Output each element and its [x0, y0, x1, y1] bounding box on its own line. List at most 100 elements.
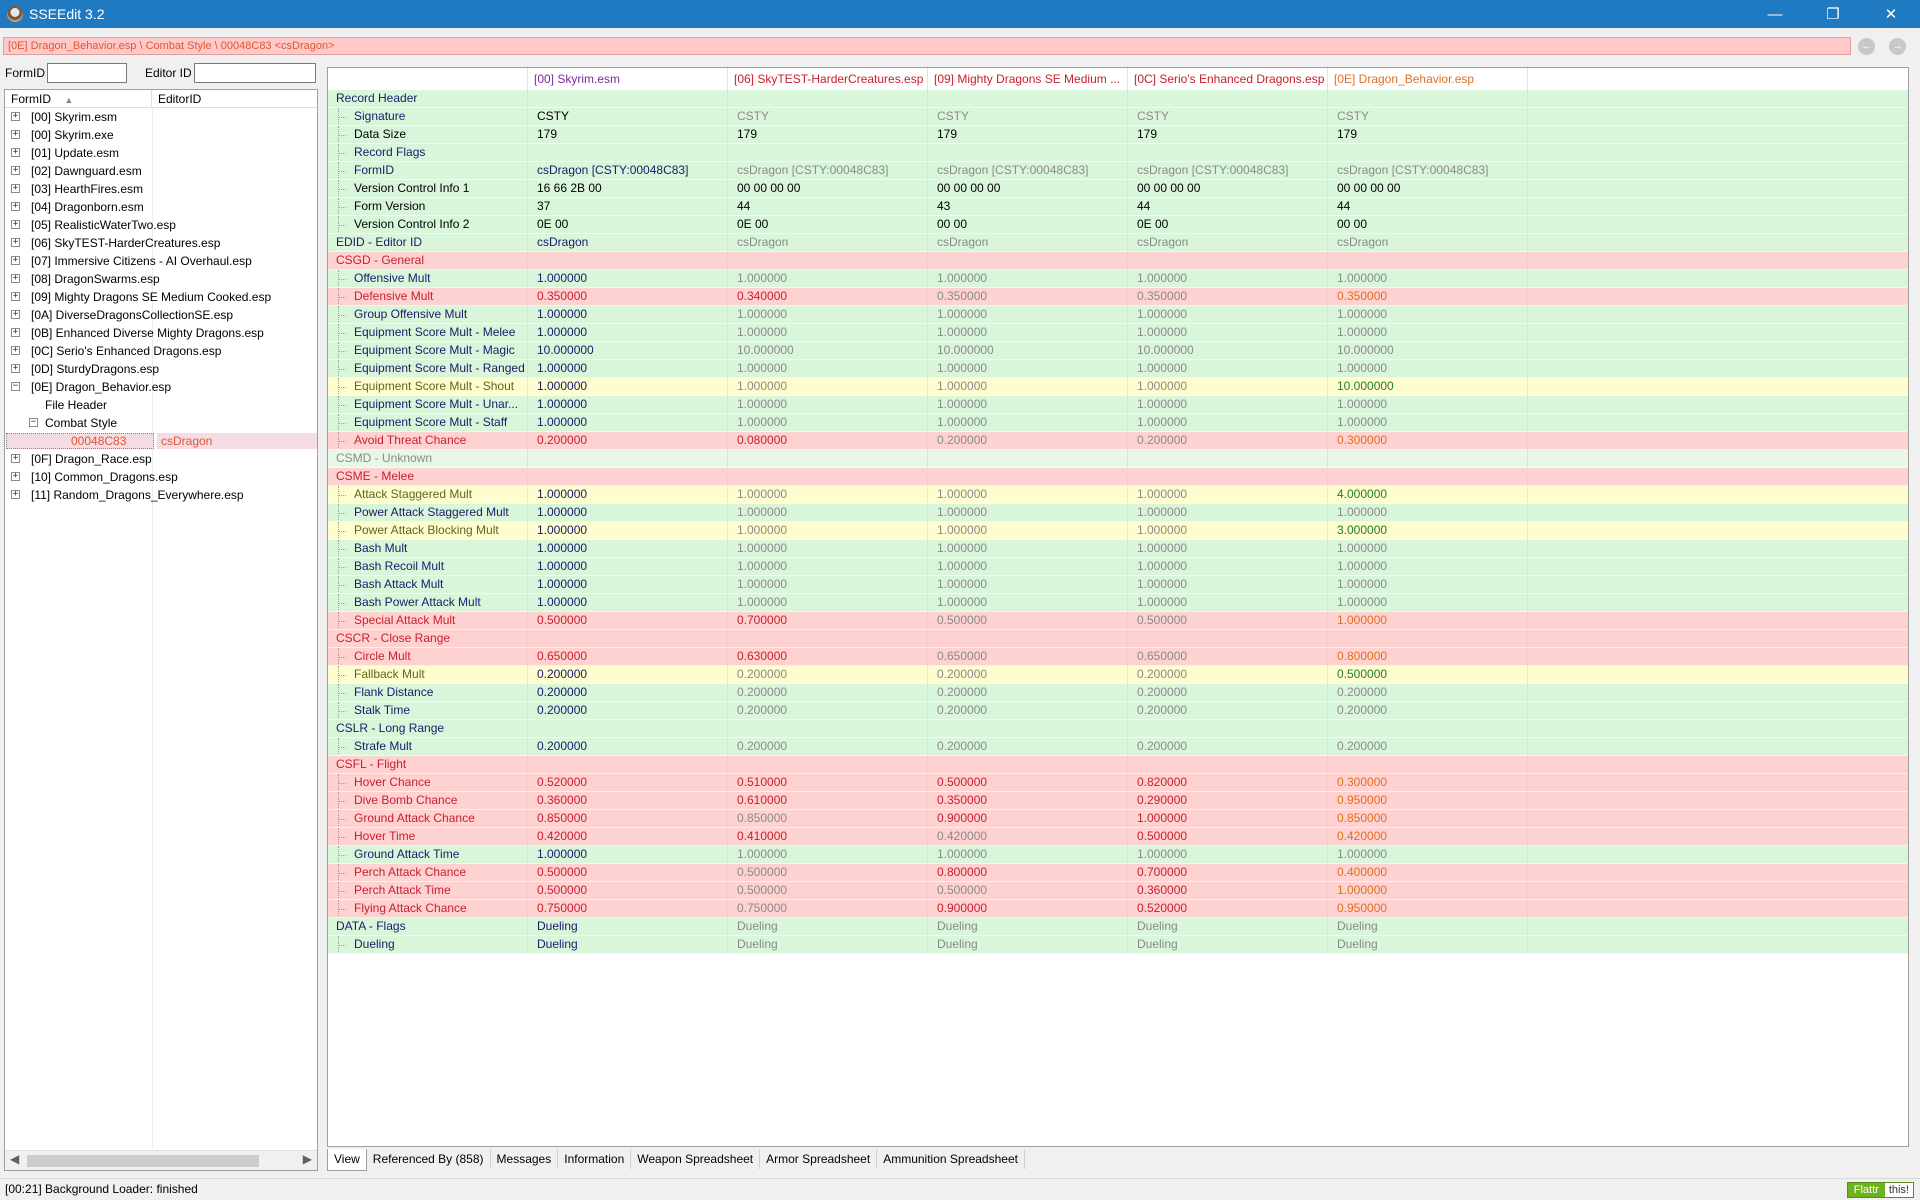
- field-value-cell[interactable]: 37: [528, 198, 728, 215]
- field-value-cell[interactable]: 1.000000: [1128, 396, 1328, 413]
- record-field-row[interactable]: Version Control Info 1 16 66 2B 00 00 00 0…: [328, 180, 1908, 198]
- field-value-cell[interactable]: 0.200000: [528, 666, 728, 683]
- field-value-cell[interactable]: 1.000000: [1328, 558, 1528, 575]
- field-value-cell[interactable]: 16 66 2B 00: [528, 180, 728, 197]
- record-field-row[interactable]: Defensive Mult 0.350000 0.340000 0.350000 0.…: [328, 288, 1908, 306]
- field-value-cell[interactable]: 0.200000: [528, 432, 728, 449]
- tree-item[interactable]: + [05] RealisticWaterTwo.esp: [5, 216, 317, 234]
- restore-button[interactable]: ❐: [1804, 0, 1862, 28]
- expand-icon[interactable]: +: [11, 274, 20, 283]
- field-value-cell[interactable]: 0.500000: [1328, 666, 1528, 683]
- field-value-cell[interactable]: Dueling: [728, 936, 928, 953]
- field-value-cell[interactable]: 00 00: [1328, 216, 1528, 233]
- record-field-row[interactable]: Stalk Time 0.200000 0.200000 0.200000 0.2000…: [328, 702, 1908, 720]
- field-value-cell[interactable]: 0.200000: [728, 702, 928, 719]
- record-field-row[interactable]: Group Offensive Mult 1.000000 1.000000 1.00…: [328, 306, 1908, 324]
- scrollbar-thumb[interactable]: [27, 1155, 259, 1167]
- field-value-cell[interactable]: 1.000000: [1128, 378, 1328, 395]
- field-value-cell[interactable]: 10.000000: [1328, 378, 1528, 395]
- field-value-cell[interactable]: CSTY: [1128, 108, 1328, 125]
- field-value-cell[interactable]: [528, 630, 728, 647]
- field-value-cell[interactable]: 0.200000: [928, 702, 1128, 719]
- field-value-cell[interactable]: 0.950000: [1328, 792, 1528, 809]
- field-value-cell[interactable]: 1.000000: [1328, 846, 1528, 863]
- collapse-icon[interactable]: −: [11, 382, 20, 391]
- field-value-cell[interactable]: 00 00 00 00: [1328, 180, 1528, 197]
- record-field-row[interactable]: Signature CSTY CSTY CSTY CSTY CSTY: [328, 108, 1908, 126]
- field-value-cell[interactable]: 0.200000: [1328, 684, 1528, 701]
- field-value-cell[interactable]: 1.000000: [528, 378, 728, 395]
- field-value-cell[interactable]: 1.000000: [1328, 612, 1528, 629]
- record-field-row[interactable]: Equipment Score Mult - Magic 10.000000 10.…: [328, 342, 1908, 360]
- field-value-cell[interactable]: 0.820000: [1128, 774, 1328, 791]
- record-field-row[interactable]: Hover Chance 0.520000 0.510000 0.500000 0.82…: [328, 774, 1908, 792]
- field-value-cell[interactable]: 0.800000: [1328, 648, 1528, 665]
- field-value-cell[interactable]: 1.000000: [1328, 270, 1528, 287]
- field-value-cell[interactable]: 1.000000: [928, 558, 1128, 575]
- field-value-cell[interactable]: 0.650000: [928, 648, 1128, 665]
- field-value-cell[interactable]: 1.000000: [728, 522, 928, 539]
- expand-icon[interactable]: +: [11, 220, 20, 229]
- field-value-cell[interactable]: 1.000000: [928, 846, 1128, 863]
- record-field-row[interactable]: Bash Attack Mult 1.000000 1.000000 1.000000…: [328, 576, 1908, 594]
- field-value-cell[interactable]: 0.200000: [1128, 702, 1328, 719]
- plugin-column-header[interactable]: [06] SkyTEST-HarderCreatures.esp: [728, 68, 928, 90]
- field-value-cell[interactable]: 0.500000: [528, 612, 728, 629]
- field-value-cell[interactable]: 1.000000: [1128, 486, 1328, 503]
- field-value-cell[interactable]: 179: [928, 126, 1128, 143]
- field-value-cell[interactable]: 1.000000: [1328, 594, 1528, 611]
- field-value-cell[interactable]: 0.200000: [528, 684, 728, 701]
- record-field-row[interactable]: Dive Bomb Chance 0.360000 0.610000 0.350000…: [328, 792, 1908, 810]
- field-value-cell[interactable]: 10.000000: [528, 342, 728, 359]
- field-value-cell[interactable]: 0.200000: [928, 738, 1128, 755]
- field-value-cell[interactable]: 44: [728, 198, 928, 215]
- field-value-cell[interactable]: [928, 468, 1128, 485]
- field-value-cell[interactable]: 00 00 00 00: [728, 180, 928, 197]
- field-value-cell[interactable]: [728, 468, 928, 485]
- record-field-row[interactable]: Avoid Threat Chance 0.200000 0.080000 0.200…: [328, 432, 1908, 450]
- field-value-cell[interactable]: 1.000000: [728, 558, 928, 575]
- tree-item[interactable]: + [09] Mighty Dragons SE Medium Cooked.es…: [5, 288, 317, 306]
- field-value-cell[interactable]: 1.000000: [1328, 576, 1528, 593]
- field-value-cell[interactable]: 1.000000: [1128, 270, 1328, 287]
- field-value-cell[interactable]: 0.500000: [728, 882, 928, 899]
- field-value-cell[interactable]: 1.000000: [928, 414, 1128, 431]
- record-field-row[interactable]: Special Attack Mult 0.500000 0.700000 0.500…: [328, 612, 1908, 630]
- tab-messages[interactable]: Messages: [491, 1149, 559, 1169]
- expand-icon[interactable]: +: [11, 148, 20, 157]
- field-value-cell[interactable]: Dueling: [928, 918, 1128, 935]
- field-value-cell[interactable]: 0.200000: [728, 684, 928, 701]
- field-value-cell[interactable]: CSTY: [528, 108, 728, 125]
- field-value-cell[interactable]: [1328, 144, 1528, 161]
- field-value-cell[interactable]: 0.630000: [728, 648, 928, 665]
- field-value-cell[interactable]: 1.000000: [728, 414, 928, 431]
- field-value-cell[interactable]: 179: [528, 126, 728, 143]
- tab-referenced-by-858[interactable]: Referenced By (858): [367, 1149, 491, 1169]
- field-value-cell[interactable]: 1.000000: [528, 324, 728, 341]
- close-button[interactable]: ✕: [1862, 0, 1920, 28]
- tree-item[interactable]: + [0C] Serio's Enhanced Dragons.esp: [5, 342, 317, 360]
- field-value-cell[interactable]: [728, 630, 928, 647]
- tab-ammunition-spreadsheet[interactable]: Ammunition Spreadsheet: [877, 1149, 1025, 1169]
- field-value-cell[interactable]: [1128, 252, 1328, 269]
- field-value-cell[interactable]: 1.000000: [728, 846, 928, 863]
- record-field-row[interactable]: Form Version 37 44 43 44 44: [328, 198, 1908, 216]
- field-value-cell[interactable]: 1.000000: [928, 522, 1128, 539]
- field-value-cell[interactable]: csDragon [CSTY:00048C83]: [1128, 162, 1328, 179]
- expand-icon[interactable]: +: [11, 346, 20, 355]
- field-value-cell[interactable]: [1128, 720, 1328, 737]
- expand-icon[interactable]: +: [11, 238, 20, 247]
- field-value-cell[interactable]: 0.300000: [1328, 432, 1528, 449]
- record-field-row[interactable]: Equipment Score Mult - Staff 1.000000 1.00…: [328, 414, 1908, 432]
- field-value-cell[interactable]: 1.000000: [928, 270, 1128, 287]
- field-value-cell[interactable]: csDragon [CSTY:00048C83]: [528, 162, 728, 179]
- record-field-row[interactable]: Dueling Dueling Dueling Dueling Dueling Dueli…: [328, 936, 1908, 954]
- field-value-cell[interactable]: 1.000000: [928, 576, 1128, 593]
- field-value-cell[interactable]: 1.000000: [528, 270, 728, 287]
- field-value-cell[interactable]: [1128, 450, 1328, 467]
- record-field-row[interactable]: Ground Attack Time 1.000000 1.000000 1.0000…: [328, 846, 1908, 864]
- field-value-cell[interactable]: 10.000000: [1128, 342, 1328, 359]
- field-value-cell[interactable]: 0.350000: [928, 288, 1128, 305]
- field-value-cell[interactable]: 10.000000: [928, 342, 1128, 359]
- field-value-cell[interactable]: 1.000000: [928, 378, 1128, 395]
